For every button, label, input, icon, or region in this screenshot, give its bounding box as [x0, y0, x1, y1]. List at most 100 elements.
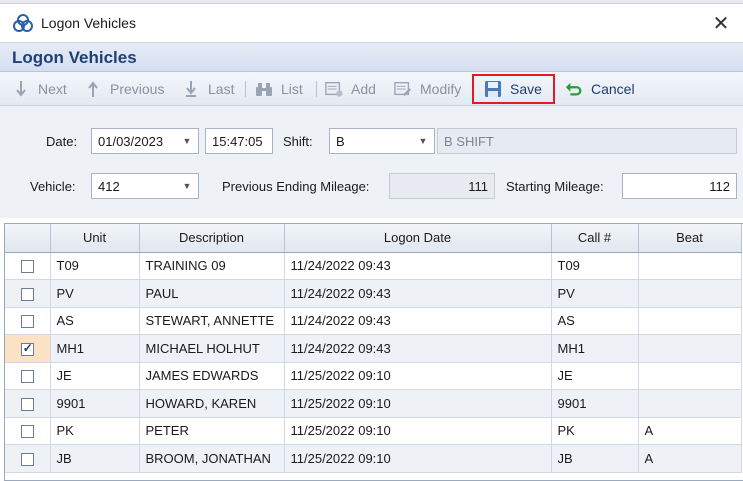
column-header-call[interactable]: Call #	[551, 224, 639, 253]
row-checkbox-cell[interactable]	[5, 252, 51, 280]
cell-description: HOWARD, KAREN	[139, 389, 285, 418]
next-button[interactable]: Next	[12, 77, 67, 101]
time-value: 15:47:05	[212, 133, 263, 149]
row-checkbox-cell[interactable]	[5, 362, 51, 390]
add-record-icon	[325, 80, 343, 98]
edit-record-icon	[394, 80, 412, 98]
date-label: Date:	[46, 134, 78, 149]
column-header-beat[interactable]: Beat	[638, 224, 742, 253]
row-checkbox[interactable]	[20, 287, 34, 301]
list-button[interactable]: List	[255, 77, 303, 101]
add-label: Add	[351, 81, 376, 97]
previous-label: Previous	[110, 81, 165, 97]
row-checkbox[interactable]	[20, 370, 34, 384]
cell-call: PK	[551, 417, 639, 445]
toolbar-separator	[245, 81, 246, 97]
table-row[interactable]: T09 TRAINING 09 11/24/2022 09:43 T09	[5, 252, 742, 280]
table-row[interactable]: JE JAMES EDWARDS 11/25/2022 09:10 JE	[5, 362, 742, 390]
row-checkbox[interactable]	[20, 260, 34, 274]
save-label: Save	[510, 81, 542, 97]
column-header-unit[interactable]: Unit	[50, 224, 140, 253]
table-row[interactable]: PK PETER 11/25/2022 09:10 PK A	[5, 417, 742, 445]
column-header-select[interactable]	[5, 224, 51, 253]
cell-description: BROOM, JONATHAN	[139, 444, 285, 473]
cell-call: T09	[551, 252, 639, 280]
chevron-down-icon[interactable]: ▼	[412, 129, 434, 153]
table-row[interactable]: AS STEWART, ANNETTE 11/24/2022 09:43 AS	[5, 307, 742, 335]
cell-beat	[638, 279, 742, 308]
row-checkbox[interactable]	[20, 315, 34, 329]
table-row[interactable]: PV PAUL 11/24/2022 09:43 PV	[5, 279, 742, 308]
floppy-disk-icon	[484, 80, 502, 98]
cell-call: PV	[551, 279, 639, 308]
shift-description: B SHIFT	[444, 133, 494, 149]
table-row[interactable]: MH1MICHAEL HOLHUT11/24/2022 09:43MH1	[5, 334, 742, 363]
column-header-logon-date[interactable]: Logon Date	[284, 224, 552, 253]
cell-description: PETER	[139, 417, 285, 445]
cell-call: AS	[551, 307, 639, 335]
cell-call: JE	[551, 362, 639, 390]
row-checkbox-cell[interactable]	[5, 444, 51, 473]
shift-label: Shift:	[283, 134, 313, 149]
column-header-description[interactable]: Description	[139, 224, 285, 253]
cell-unit: AS	[50, 307, 140, 335]
form-header: Logon Vehicles	[0, 42, 743, 72]
shift-description-field: B SHIFT	[437, 128, 737, 154]
cell-logon-date: 11/24/2022 09:43	[284, 334, 552, 363]
table-row[interactable]: JB BROOM, JONATHAN 11/25/2022 09:10 JB A	[5, 444, 742, 473]
cell-unit: 9901	[50, 389, 140, 418]
save-button[interactable]: Save	[484, 77, 542, 101]
row-checkbox-cell[interactable]	[5, 389, 51, 418]
row-checkbox-cell[interactable]	[5, 307, 51, 335]
logon-form: Date: 01/03/2023 ▼ 15:47:05 Shift: B ▼ B…	[0, 106, 743, 218]
chevron-down-icon[interactable]: ▼	[176, 174, 198, 198]
row-checkbox[interactable]	[20, 397, 34, 411]
cell-call: MH1	[551, 334, 639, 363]
cell-beat	[638, 307, 742, 335]
time-field[interactable]: 15:47:05	[205, 128, 273, 154]
modify-button[interactable]: Modify	[394, 77, 461, 101]
cancel-label: Cancel	[591, 81, 635, 97]
cell-beat	[638, 362, 742, 390]
app-logo-icon	[13, 14, 33, 32]
chevron-down-icon[interactable]: ▼	[176, 129, 198, 153]
close-button[interactable]: ✕	[709, 12, 733, 35]
window-title: Logon Vehicles	[41, 15, 136, 31]
last-button[interactable]: Last	[182, 77, 234, 101]
window-titlebar: Logon Vehicles ✕	[0, 4, 743, 42]
toolbar: Next Previous Last List Add Modify Save …	[0, 72, 743, 106]
date-picker[interactable]: 01/03/2023 ▼	[91, 128, 199, 154]
cell-logon-date: 11/24/2022 09:43	[284, 279, 552, 308]
row-checkbox[interactable]	[20, 425, 34, 439]
row-checkbox-cell[interactable]	[5, 279, 51, 308]
cell-description: STEWART, ANNETTE	[139, 307, 285, 335]
starting-mileage-input[interactable]: 112	[622, 173, 737, 199]
cancel-button[interactable]: Cancel	[565, 77, 635, 101]
row-checkbox-cell[interactable]	[5, 334, 51, 363]
vehicle-label: Vehicle:	[30, 179, 76, 194]
arrow-down-icon	[12, 80, 30, 98]
previous-mileage-field: 111	[389, 173, 495, 199]
table-header-row: Unit Description Logon Date Call # Beat	[5, 224, 742, 253]
row-checkbox[interactable]	[20, 452, 34, 466]
binoculars-icon	[255, 80, 273, 98]
vehicle-select[interactable]: 412 ▼	[91, 173, 199, 199]
last-label: Last	[208, 81, 235, 97]
table-row[interactable]: 9901 HOWARD, KAREN 11/25/2022 09:10 9901	[5, 389, 742, 418]
undo-arrow-icon	[565, 80, 583, 98]
previous-button[interactable]: Previous	[84, 77, 164, 101]
row-checkbox[interactable]	[20, 341, 34, 356]
page-title: Logon Vehicles	[12, 48, 137, 67]
shift-select[interactable]: B ▼	[329, 128, 435, 154]
cell-unit: JE	[50, 362, 140, 390]
cell-description: PAUL	[139, 279, 285, 308]
cell-unit: T09	[50, 252, 140, 280]
list-label: List	[281, 81, 303, 97]
add-button[interactable]: Add	[325, 77, 376, 101]
cell-beat	[638, 334, 742, 363]
row-checkbox-cell[interactable]	[5, 417, 51, 445]
cell-unit: MH1	[50, 334, 140, 363]
cell-unit: JB	[50, 444, 140, 473]
modify-label: Modify	[420, 81, 462, 97]
date-value: 01/03/2023	[98, 133, 164, 149]
